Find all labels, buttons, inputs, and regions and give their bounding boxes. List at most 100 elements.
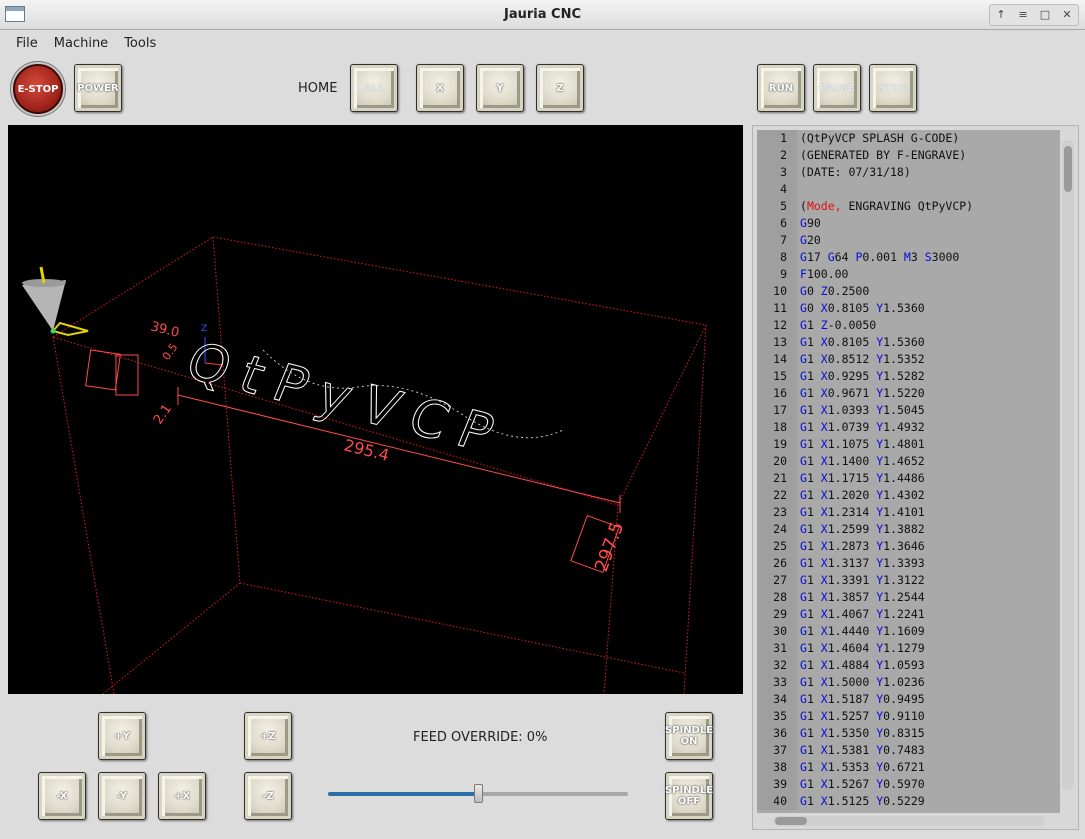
feed-override-handle[interactable] bbox=[474, 784, 483, 803]
gcode-token: 1 bbox=[806, 539, 821, 553]
gcode-line[interactable]: 34 G1 X1.5187 Y0.9495 bbox=[757, 691, 1060, 708]
gcode-line[interactable]: 6 G90 bbox=[757, 215, 1060, 232]
feed-override-slider[interactable] bbox=[328, 784, 628, 804]
gcode-line[interactable]: 20 G1 X1.1400 Y1.4652 bbox=[757, 453, 1060, 470]
menu-machine[interactable]: Machine bbox=[46, 31, 116, 56]
gcode-token: G bbox=[800, 539, 807, 553]
menu-file[interactable]: File bbox=[0, 31, 46, 56]
gcode-line[interactable]: 3 (DATE: 07/31/18) bbox=[757, 164, 1060, 181]
gcode-line[interactable]: 15 G1 X0.9295 Y1.5282 bbox=[757, 368, 1060, 385]
pause-button[interactable]: PAUSE bbox=[813, 64, 861, 112]
window-up-icon[interactable]: ↑ bbox=[990, 5, 1012, 25]
gcode-line[interactable]: 23 G1 X1.2314 Y1.4101 bbox=[757, 504, 1060, 521]
backplot-viewport[interactable]: 295.4 297.5 39.0 2.1 0.5 Z QtPyVCP bbox=[8, 125, 743, 694]
stop-button[interactable]: STOP bbox=[869, 64, 917, 112]
gcode-token: 1.1715 bbox=[827, 471, 877, 485]
gcode-line[interactable]: 24 G1 X1.2599 Y1.3882 bbox=[757, 521, 1060, 538]
spindle-on-button[interactable]: SPINDLE ON bbox=[665, 712, 713, 760]
gcode-line[interactable]: 21 G1 X1.1715 Y1.4486 bbox=[757, 470, 1060, 487]
gcode-line[interactable]: 9 F100.00 bbox=[757, 266, 1060, 283]
gcode-line[interactable]: 10 G0 Z0.2500 bbox=[757, 283, 1060, 300]
gcode-line-text: G1 X1.4604 Y1.1279 bbox=[797, 640, 1060, 657]
dim-small-c-label: 0.5 bbox=[160, 341, 181, 363]
window-maximize-icon[interactable]: □ bbox=[1034, 5, 1056, 25]
window-menu-icon[interactable]: ≡ bbox=[1012, 5, 1034, 25]
home-x-button[interactable]: X bbox=[416, 64, 464, 112]
gcode-line[interactable]: 27 G1 X1.3391 Y1.3122 bbox=[757, 572, 1060, 589]
gcode-line[interactable]: 1 (QtPyVCP SPLASH G-CODE) bbox=[757, 130, 1060, 147]
gcode-token: G bbox=[800, 403, 807, 417]
power-button[interactable]: POWER bbox=[74, 64, 122, 112]
home-z-button[interactable]: Z bbox=[536, 64, 584, 112]
gcode-line[interactable]: 26 G1 X1.3137 Y1.3393 bbox=[757, 555, 1060, 572]
gcode-line[interactable]: 39 G1 X1.5267 Y0.5970 bbox=[757, 776, 1060, 793]
gcode-token: G bbox=[800, 573, 807, 587]
gcode-line-number: 34 bbox=[757, 691, 797, 708]
jog-minus-z-button[interactable]: -Z bbox=[244, 772, 292, 820]
gcode-vertical-scrollbar[interactable] bbox=[1062, 140, 1074, 790]
gcode-token: 64 bbox=[834, 250, 856, 264]
gcode-line[interactable]: 28 G1 X1.3857 Y1.2544 bbox=[757, 589, 1060, 606]
gcode-token: G bbox=[800, 658, 807, 672]
home-y-button[interactable]: Y bbox=[476, 64, 524, 112]
gcode-token: 1.5350 bbox=[827, 726, 877, 740]
gcode-line[interactable]: 2 (GENERATED BY F-ENGRAVE) bbox=[757, 147, 1060, 164]
gcode-line[interactable]: 33 G1 X1.5000 Y1.0236 bbox=[757, 674, 1060, 691]
gcode-line[interactable]: 30 G1 X1.4440 Y1.1609 bbox=[757, 623, 1060, 640]
gcode-editor[interactable]: 1 (QtPyVCP SPLASH G-CODE) 2 (GENERATED BY F… bbox=[752, 125, 1079, 830]
gcode-token: 1 bbox=[806, 709, 821, 723]
gcode-line[interactable]: 19 G1 X1.1075 Y1.4801 bbox=[757, 436, 1060, 453]
gcode-line-text: G1 X1.5381 Y0.7483 bbox=[797, 742, 1060, 759]
gcode-token: 0.8105 bbox=[827, 335, 877, 349]
gcode-token: X bbox=[820, 454, 828, 468]
gcode-line[interactable]: 14 G1 X0.8512 Y1.5352 bbox=[757, 351, 1060, 368]
gcode-line[interactable]: 36 G1 X1.5350 Y0.8315 bbox=[757, 725, 1060, 742]
gcode-line[interactable]: 17 G1 X1.0393 Y1.5045 bbox=[757, 402, 1060, 419]
gcode-line[interactable]: 16 G1 X0.9671 Y1.5220 bbox=[757, 385, 1060, 402]
tool-marker-outline bbox=[52, 321, 89, 337]
gcode-line[interactable]: 37 G1 X1.5381 Y0.7483 bbox=[757, 742, 1060, 759]
gcode-line-text: G1 X1.3391 Y1.3122 bbox=[797, 572, 1060, 589]
gcode-line[interactable]: 7 G20 bbox=[757, 232, 1060, 249]
gcode-line[interactable]: 40 G1 X1.5125 Y0.5229 bbox=[757, 793, 1060, 810]
gcode-line[interactable]: 35 G1 X1.5257 Y0.9110 bbox=[757, 708, 1060, 725]
gcode-line[interactable]: 8 G17 G64 P0.001 M3 S3000 bbox=[757, 249, 1060, 266]
gcode-line[interactable]: 25 G1 X1.2873 Y1.3646 bbox=[757, 538, 1060, 555]
gcode-token: 1 bbox=[806, 403, 821, 417]
gcode-token: 0.5970 bbox=[883, 777, 925, 791]
gcode-line[interactable]: 31 G1 X1.4604 Y1.1279 bbox=[757, 640, 1060, 657]
gcode-line[interactable]: 22 G1 X1.2020 Y1.4302 bbox=[757, 487, 1060, 504]
gcode-line[interactable]: 12 G1 Z-0.0050 bbox=[757, 317, 1060, 334]
gcode-token: 1 bbox=[806, 624, 821, 638]
gcode-token: G bbox=[800, 726, 807, 740]
gcode-token: 1 bbox=[806, 505, 821, 519]
gcode-line[interactable]: 4 bbox=[757, 181, 1060, 198]
gcode-line[interactable]: 29 G1 X1.4067 Y1.2241 bbox=[757, 606, 1060, 623]
jog-plus-z-button[interactable]: +Z bbox=[244, 712, 292, 760]
gcode-line-number: 39 bbox=[757, 776, 797, 793]
jog-minus-y-button[interactable]: -Y bbox=[98, 772, 146, 820]
gcode-line[interactable]: 32 G1 X1.4884 Y1.0593 bbox=[757, 657, 1060, 674]
home-all-button[interactable]: ALL bbox=[350, 64, 398, 112]
gcode-line[interactable]: 5 (Mode, ENGRAVING QtPyVCP) bbox=[757, 198, 1060, 215]
menu-tools[interactable]: Tools bbox=[116, 31, 164, 56]
gcode-horizontal-scrollbar[interactable] bbox=[773, 816, 1045, 826]
window-close-icon[interactable]: ✕ bbox=[1056, 5, 1078, 25]
gcode-horizontal-scroll-thumb[interactable] bbox=[775, 817, 807, 825]
jog-plus-y-button[interactable]: +Y bbox=[98, 712, 146, 760]
gcode-lines[interactable]: 1 (QtPyVCP SPLASH G-CODE) 2 (GENERATED BY F… bbox=[757, 130, 1060, 813]
gcode-vertical-scroll-thumb[interactable] bbox=[1064, 146, 1072, 192]
jog-minus-x-button[interactable]: -X bbox=[38, 772, 86, 820]
gcode-token: G bbox=[800, 454, 807, 468]
spindle-off-button[interactable]: SPINDLE OFF bbox=[665, 772, 713, 820]
jog-plus-x-button[interactable]: +X bbox=[158, 772, 206, 820]
estop-button[interactable]: E-STOP bbox=[13, 64, 63, 114]
gcode-token: X bbox=[820, 556, 828, 570]
gcode-line[interactable]: 11 G0 X0.8105 Y1.5360 bbox=[757, 300, 1060, 317]
gcode-line[interactable]: 38 G1 X1.5353 Y0.6721 bbox=[757, 759, 1060, 776]
gcode-token: 1 bbox=[806, 556, 821, 570]
run-button[interactable]: RUN bbox=[757, 64, 805, 112]
gcode-line-text: G1 X1.2314 Y1.4101 bbox=[797, 504, 1060, 521]
gcode-line[interactable]: 18 G1 X1.0739 Y1.4932 bbox=[757, 419, 1060, 436]
gcode-line[interactable]: 13 G1 X0.8105 Y1.5360 bbox=[757, 334, 1060, 351]
